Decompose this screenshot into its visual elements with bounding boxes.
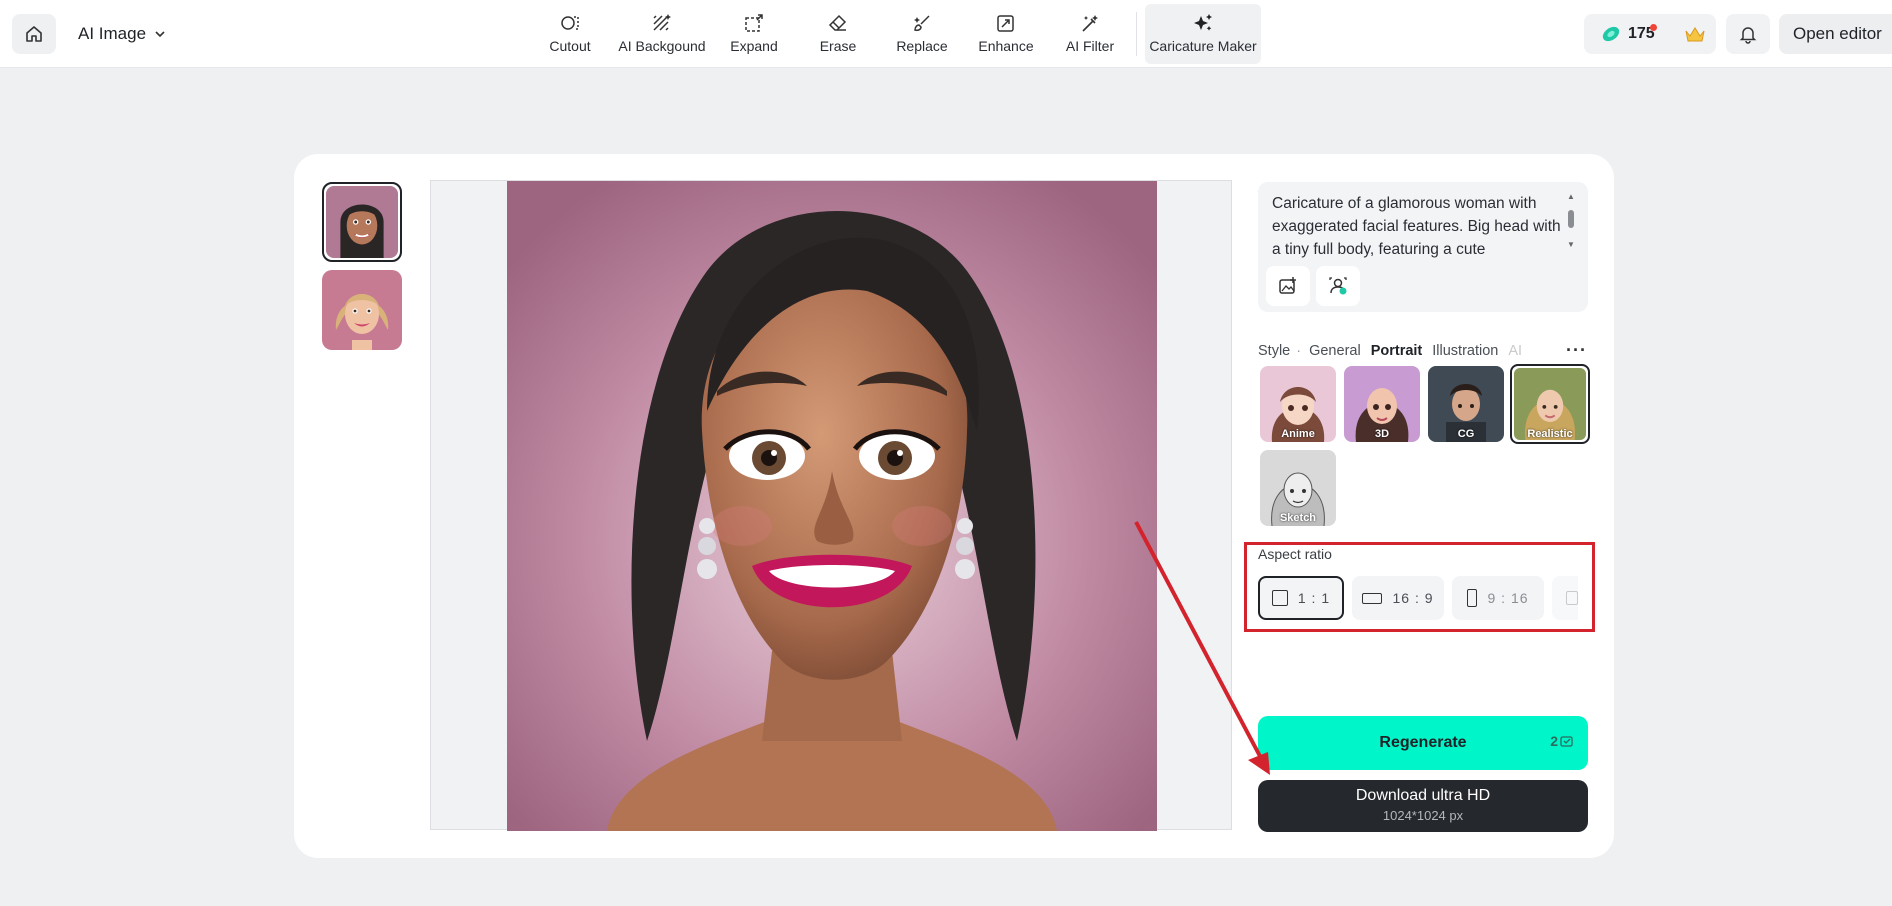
- tool-label: Caricature Maker: [1149, 38, 1257, 54]
- tab-illustration[interactable]: Illustration: [1432, 343, 1498, 359]
- style-anime[interactable]: Anime: [1260, 366, 1336, 442]
- prompt-scrollbar[interactable]: ▲ ▼: [1566, 192, 1576, 252]
- annotation-highlight-box: [1244, 542, 1595, 632]
- tool-caricature-maker[interactable]: Caricature Maker: [1145, 4, 1261, 64]
- scroll-up-icon[interactable]: ▲: [1567, 192, 1575, 201]
- generated-caricature-image: [507, 181, 1157, 831]
- crown-icon[interactable]: [1683, 24, 1707, 44]
- tab-general[interactable]: General: [1309, 343, 1361, 359]
- regenerate-cost-value: 2: [1550, 733, 1558, 749]
- face-reference-icon: [1329, 277, 1347, 295]
- tool-label: Erase: [819, 38, 857, 54]
- main-card: Caricature of a glamorous woman with exa…: [294, 154, 1614, 858]
- tool-label: Cutout: [549, 38, 591, 54]
- app-title: AI Image: [78, 24, 147, 43]
- style-cg[interactable]: CG: [1428, 366, 1504, 442]
- toolbar-divider: [1136, 12, 1137, 56]
- tool-label: Replace: [896, 38, 948, 54]
- app-menu[interactable]: AI Image: [78, 24, 166, 44]
- tool-enhance[interactable]: Enhance: [964, 4, 1048, 64]
- home-icon: [26, 26, 42, 42]
- home-button[interactable]: [12, 14, 56, 54]
- style-3d[interactable]: 3D: [1344, 366, 1420, 442]
- download-size: 1024*1024 px: [1382, 808, 1464, 823]
- tool-replace[interactable]: Replace: [880, 4, 964, 64]
- style-realistic[interactable]: Realistic: [1510, 364, 1590, 444]
- notifications-button[interactable]: [1726, 14, 1770, 54]
- magic-wand-icon: [1082, 15, 1098, 32]
- download-label: Download ultra HD: [1355, 787, 1491, 804]
- credits-badge[interactable]: 175: [1584, 14, 1716, 54]
- style-name: 3D: [1374, 428, 1390, 440]
- tool-label: AI Backgound: [618, 38, 706, 54]
- style-name: Realistic: [1527, 428, 1573, 440]
- tab-ai[interactable]: AI: [1508, 343, 1522, 359]
- expand-icon: [745, 14, 763, 32]
- style-name: Sketch: [1279, 512, 1317, 524]
- chevron-down-icon: [155, 31, 165, 38]
- sparkles-icon: [1194, 14, 1212, 31]
- add-image-button[interactable]: [1266, 266, 1310, 306]
- tool-label: Expand: [730, 38, 778, 54]
- style-sketch[interactable]: Sketch: [1260, 450, 1336, 526]
- cutout-icon: [561, 16, 579, 30]
- style-name: CG: [1457, 428, 1475, 440]
- add-image-icon: [1279, 277, 1296, 294]
- thumbnail-image: [326, 186, 398, 258]
- credit-coin-icon: [1602, 26, 1620, 42]
- scroll-thumb[interactable]: [1568, 210, 1574, 228]
- brush-icon: [914, 15, 930, 31]
- result-thumbnail-2[interactable]: [322, 270, 402, 350]
- tool-bar: Cutout AI Backgound Expand Erase Replace…: [528, 4, 1261, 64]
- tool-cutout[interactable]: Cutout: [528, 4, 612, 64]
- prompt-textarea[interactable]: Caricature of a glamorous woman with exa…: [1272, 192, 1562, 262]
- eraser-icon: [828, 14, 847, 31]
- tool-ai-background[interactable]: AI Backgound: [612, 4, 712, 64]
- regenerate-button[interactable]: Regenerate 2: [1258, 716, 1588, 770]
- top-bar: AI Image Cutout AI Backgound Expand Eras…: [0, 0, 1892, 68]
- regenerate-label: Regenerate: [1379, 734, 1467, 751]
- tool-label: AI Filter: [1065, 38, 1115, 54]
- image-canvas[interactable]: [430, 180, 1232, 831]
- result-thumbnail-1[interactable]: [322, 182, 402, 262]
- open-editor-button[interactable]: Open editor: [1779, 14, 1892, 54]
- tab-portrait[interactable]: Portrait: [1371, 343, 1423, 359]
- regenerate-cost: 2: [1550, 733, 1574, 749]
- tool-expand[interactable]: Expand: [712, 4, 796, 64]
- more-options-icon[interactable]: ···: [1566, 340, 1587, 361]
- bell-icon: [1739, 27, 1757, 44]
- prompt-box: Caricature of a glamorous woman with exa…: [1258, 182, 1588, 312]
- enhance-icon: [997, 15, 1014, 32]
- style-tabs: Style · General Portrait Illustration AI: [1258, 339, 1588, 363]
- tab-separator: ·: [1296, 343, 1302, 359]
- tool-label: Enhance: [978, 38, 1034, 54]
- ai-background-icon: [653, 14, 671, 31]
- tool-ai-filter[interactable]: AI Filter: [1048, 4, 1132, 64]
- style-name: Anime: [1281, 428, 1315, 440]
- thumbnail-image: [322, 270, 402, 350]
- scroll-down-icon[interactable]: ▼: [1567, 240, 1575, 249]
- notification-dot: [1650, 24, 1657, 31]
- face-reference-button[interactable]: [1316, 266, 1360, 306]
- style-label: Style: [1258, 343, 1291, 359]
- credit-icon: [1560, 736, 1573, 747]
- tool-erase[interactable]: Erase: [796, 4, 880, 64]
- download-ultra-hd-button[interactable]: Download ultra HD 1024*1024 px: [1258, 780, 1588, 832]
